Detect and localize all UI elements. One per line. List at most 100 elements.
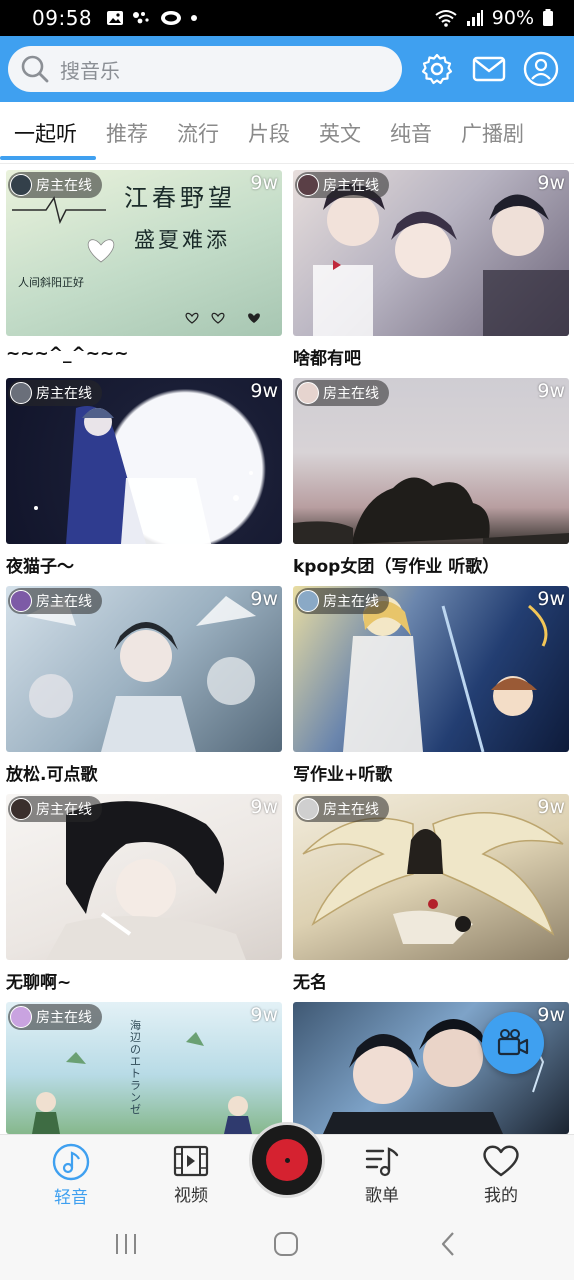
owner-online-badge: 房主在线 — [8, 1004, 102, 1030]
room-title: 放松.可点歌 — [6, 765, 98, 784]
owner-status: 房主在线 — [323, 386, 379, 402]
tab-pop[interactable]: 流行 — [177, 118, 219, 148]
thumbnail-caption-3: 人间斜阳正好 — [18, 276, 84, 289]
profile-button[interactable] — [520, 48, 562, 90]
video-camera-icon — [497, 1029, 529, 1056]
owner-status: 房主在线 — [323, 802, 379, 818]
nav-playlists[interactable]: 歌单 — [347, 1143, 417, 1206]
system-nav-bar — [0, 1210, 574, 1280]
owner-avatar — [297, 798, 319, 820]
thumbnail-caption-2: 盛夏难添 — [134, 228, 230, 252]
notification-icons — [106, 9, 198, 27]
owner-status: 房主在线 — [36, 802, 92, 818]
room-card[interactable]: 房主在线 9w 写作业+听歌 — [293, 586, 569, 784]
room-title: ~~~^_^~~~ — [6, 344, 129, 364]
owner-status: 房主在线 — [36, 386, 92, 402]
owner-status: 房主在线 — [36, 178, 92, 194]
battery-level: 90% — [491, 7, 534, 29]
room-card[interactable]: 海辺のエトランゼ 房主在线 9w — [6, 1002, 282, 1134]
player-disc-button[interactable] — [249, 1122, 325, 1198]
owner-status: 房主在线 — [36, 594, 92, 610]
tab-english[interactable]: 英文 — [319, 118, 361, 148]
mail-icon — [472, 56, 506, 82]
search-bar[interactable]: 搜音乐 — [8, 46, 402, 92]
listener-count: 9w — [250, 588, 278, 610]
nav-light-music[interactable]: 轻音 — [36, 1143, 106, 1208]
back-chevron-icon — [441, 1232, 454, 1256]
recent-apps-icon — [116, 1234, 136, 1254]
heart-icon — [483, 1145, 519, 1177]
battery-icon — [543, 9, 553, 26]
owner-online-badge: 房主在线 — [295, 380, 389, 406]
recent-apps-button[interactable] — [106, 1228, 146, 1260]
owner-avatar — [297, 174, 319, 196]
thumbnail-caption-4: ♡ + ♡ = — [174, 306, 178, 307]
nav-label: 我的 — [484, 1186, 518, 1206]
nav-label: 视频 — [174, 1186, 208, 1206]
listener-count: 9w — [250, 380, 278, 402]
video-room-button[interactable] — [482, 1012, 544, 1074]
status-bar: 09:58 90% — [0, 0, 574, 36]
owner-online-badge: 房主在线 — [8, 796, 102, 822]
room-card[interactable]: 房主在线 9w 啥都有吧 — [293, 170, 569, 368]
owner-online-badge: 房主在线 — [295, 796, 389, 822]
home-button[interactable] — [266, 1228, 306, 1260]
owner-status: 房主在线 — [323, 178, 379, 194]
room-thumbnail: 房主在线 9w — [6, 378, 282, 544]
owner-avatar — [10, 798, 32, 820]
room-title: kpop女团（写作业 听歌） — [293, 557, 500, 576]
room-title: 夜猫子～ — [6, 557, 74, 576]
room-thumbnail: 房主在线 9w — [6, 794, 282, 960]
owner-online-badge: 房主在线 — [8, 380, 102, 406]
category-tabs: 一起听 推荐 流行 片段 英文 纯音 广播剧 — [0, 102, 574, 164]
status-right: 90% — [434, 7, 554, 29]
owner-avatar — [10, 382, 32, 404]
listener-count: 9w — [250, 796, 278, 818]
listener-count: 9w — [537, 796, 565, 818]
listener-count: 9w — [250, 1004, 278, 1026]
app-notification-icon — [161, 11, 182, 25]
owner-online-badge: 房主在线 — [295, 588, 389, 614]
back-button[interactable] — [428, 1228, 468, 1260]
owner-avatar — [10, 590, 32, 612]
tab-clips[interactable]: 片段 — [248, 118, 290, 148]
nav-video[interactable]: 视频 — [156, 1143, 226, 1206]
listener-count: 9w — [537, 588, 565, 610]
owner-status: 房主在线 — [36, 1010, 92, 1026]
room-thumbnail: 房主在线 9w — [6, 586, 282, 752]
tab-recommend[interactable]: 推荐 — [106, 118, 148, 148]
room-thumbnail: 房主在线 9w — [293, 586, 569, 752]
playlist-icon — [365, 1147, 399, 1177]
room-thumbnail: 海辺のエトランゼ 房主在线 9w — [6, 1002, 282, 1134]
more-dot-icon — [191, 15, 198, 21]
nav-label: 轻音 — [54, 1188, 88, 1208]
room-card[interactable]: 房主在线 9w kpop女团（写作业 听歌） — [293, 378, 569, 576]
room-card[interactable]: 江春野望 盛夏难添 人间斜阳正好 ♡ + ♡ = 房主在线 9w ~~~^_^~… — [6, 170, 282, 368]
search-placeholder: 搜音乐 — [60, 58, 120, 83]
film-icon — [173, 1145, 209, 1177]
listener-count: 9w — [537, 1004, 565, 1026]
room-card[interactable]: 房主在线 9w 放松.可点歌 — [6, 586, 282, 784]
room-thumbnail: 房主在线 9w — [293, 170, 569, 336]
thumbnail-caption-1: 江春野望 — [124, 184, 236, 212]
owner-avatar — [10, 1006, 32, 1028]
gear-icon — [421, 53, 453, 85]
tab-listen-together[interactable]: 一起听 — [14, 118, 77, 148]
room-title: 无聊啊~ — [6, 973, 72, 992]
listener-count: 9w — [537, 380, 565, 402]
owner-online-badge: 房主在线 — [8, 172, 102, 198]
room-card[interactable]: 房主在线 9w 无聊啊~ — [6, 794, 282, 992]
listener-count: 9w — [250, 172, 278, 194]
messages-button[interactable] — [468, 48, 510, 90]
settings-button[interactable] — [416, 48, 458, 90]
tab-instrumental[interactable]: 纯音 — [390, 118, 432, 148]
tab-radio-drama[interactable]: 广播剧 — [461, 118, 524, 148]
owner-avatar — [10, 174, 32, 196]
nav-mine[interactable]: 我的 — [466, 1143, 536, 1206]
owner-avatar — [297, 590, 319, 612]
signal-icon — [466, 10, 483, 26]
room-card[interactable]: 房主在线 9w 无名 — [293, 794, 569, 992]
music-note-icon — [52, 1143, 90, 1181]
top-header: 搜音乐 — [0, 36, 574, 102]
room-card[interactable]: 房主在线 9w 夜猫子～ — [6, 378, 282, 576]
